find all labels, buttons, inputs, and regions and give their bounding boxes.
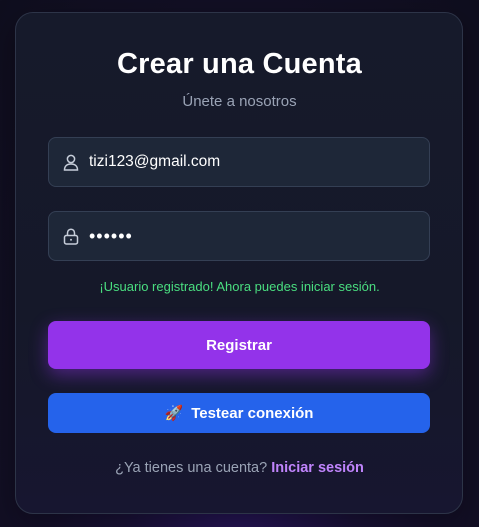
test-connection-button[interactable]: 🚀 Testear conexión <box>48 393 430 433</box>
password-field[interactable] <box>48 211 430 261</box>
password-input[interactable] <box>89 212 419 260</box>
rocket-icon: 🚀 <box>164 405 184 422</box>
login-prompt: ¿Ya tienes una cuenta? Iniciar sesión <box>0 460 479 476</box>
lock-icon <box>62 227 80 245</box>
user-icon <box>62 153 80 171</box>
success-message: ¡Usuario registrado! Ahora puedes inicia… <box>99 279 380 294</box>
register-button[interactable]: Registrar <box>48 321 430 369</box>
register-button-label: Registrar <box>206 336 272 354</box>
login-link[interactable]: Iniciar sesión <box>271 460 364 476</box>
login-prompt-text: ¿Ya tienes una cuenta? <box>115 460 268 476</box>
email-field[interactable] <box>48 137 430 187</box>
page-title: Crear una Cuenta <box>117 48 362 80</box>
email-input[interactable] <box>89 138 419 186</box>
test-connection-label: Testear conexión <box>191 404 314 422</box>
page-subtitle: Únete a nosotros <box>182 93 297 110</box>
register-card <box>15 12 463 514</box>
